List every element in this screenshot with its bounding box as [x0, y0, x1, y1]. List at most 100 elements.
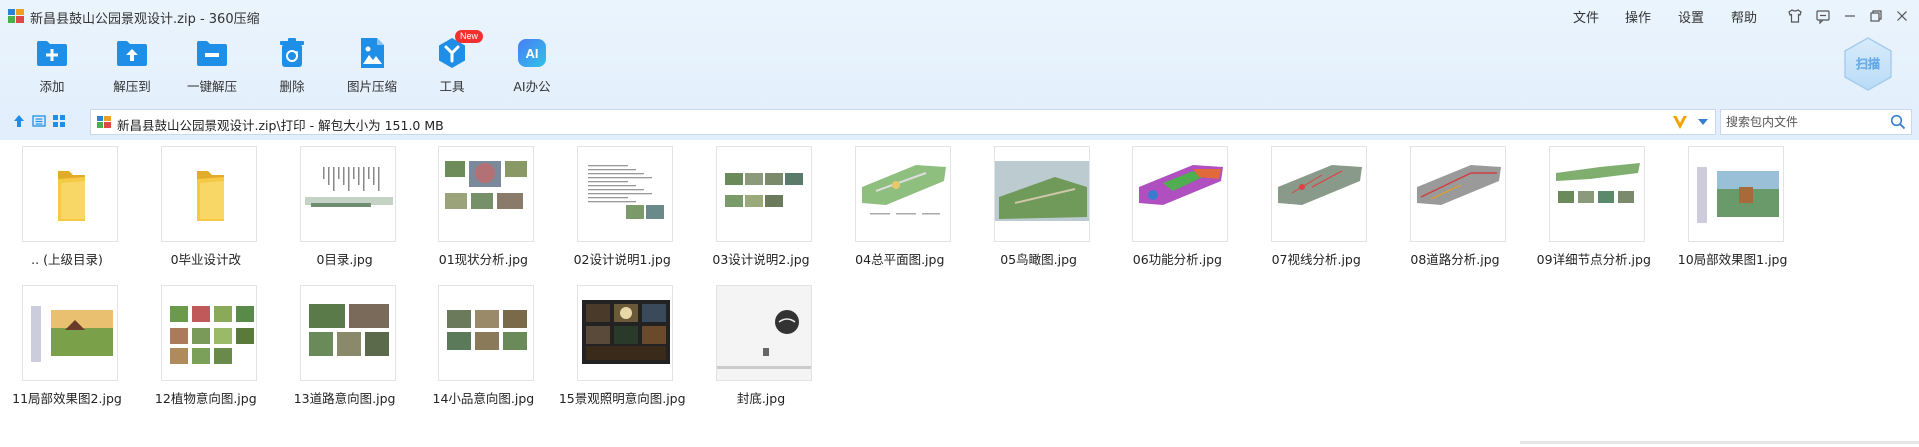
delete-icon: [275, 36, 309, 70]
file-item[interactable]: 07视线分析.jpg: [1257, 146, 1375, 278]
image-thumbnail: [716, 285, 812, 381]
image-preview: [578, 147, 673, 241]
tools-icon: New: [435, 30, 484, 70]
title-bar: 新昌县鼓山公园景观设计.zip - 360压缩 文件 操作 设置 帮助: [0, 0, 1919, 32]
image-compress-button[interactable]: 图片压缩: [327, 36, 417, 98]
menu-operation[interactable]: 操作: [1625, 7, 1651, 26]
restore-icon[interactable]: [1866, 6, 1886, 26]
thumbnail-view-icon[interactable]: [50, 112, 68, 130]
file-name: 封底.jpg: [736, 391, 786, 406]
image-thumbnail: [716, 146, 812, 242]
ai-office-button[interactable]: AI AI办公: [487, 36, 577, 98]
horizontal-scrollbar[interactable]: [1520, 441, 1919, 444]
file-name: 0毕业设计改: [170, 252, 242, 267]
file-item[interactable]: 15景观照明意向图.jpg: [559, 285, 686, 417]
image-thumbnail: [993, 146, 1090, 242]
image-preview: [300, 147, 395, 241]
list-view-icon[interactable]: [30, 112, 48, 130]
file-item[interactable]: 01现状分析.jpg: [424, 146, 542, 278]
file-name: 07视线分析.jpg: [1271, 252, 1361, 267]
quick-extract-button[interactable]: 一键解压: [167, 36, 257, 98]
scan-button[interactable]: 扫描: [1842, 36, 1894, 92]
file-name: 09详细节点分析.jpg: [1536, 252, 1651, 267]
image-preview: [439, 286, 534, 380]
image-thumbnail: [577, 146, 674, 242]
ai-office-label: AI办公: [513, 79, 551, 94]
file-item[interactable]: 04总平面图.jpg: [841, 146, 959, 278]
file-item[interactable]: 12植物意向图.jpg: [147, 285, 265, 417]
search-box: [1720, 109, 1912, 135]
image-preview: [1549, 147, 1644, 241]
image-preview: [717, 286, 811, 380]
menu-settings[interactable]: 设置: [1678, 7, 1704, 26]
v-logo-icon[interactable]: [1671, 113, 1689, 131]
add-button[interactable]: 添加: [7, 36, 97, 98]
image-preview: [161, 286, 256, 380]
file-item[interactable]: 06功能分析.jpg: [1118, 146, 1236, 278]
image-compress-icon: [355, 36, 389, 70]
file-name: 01现状分析.jpg: [438, 252, 528, 267]
scan-label: 扫描: [1856, 56, 1880, 71]
file-item[interactable]: 03设计说明2.jpg: [702, 146, 820, 278]
file-item[interactable]: 08道路分析.jpg: [1396, 146, 1514, 278]
image-preview: [855, 147, 950, 241]
tools-button[interactable]: New 工具: [407, 30, 497, 98]
image-thumbnail: [1410, 146, 1506, 242]
file-item[interactable]: 封底.jpg: [702, 285, 820, 417]
up-level-arrow-icon[interactable]: [10, 112, 28, 130]
image-thumbnail: [1687, 146, 1784, 242]
file-list-area: .. (上级目录) 0毕业设计改 0目录.jpg 01现状分析.jpg 02设计说明1.…: [0, 140, 1919, 447]
add-label: 添加: [39, 79, 65, 94]
file-item[interactable]: 14小品意向图.jpg: [424, 285, 542, 417]
folder-icon: [196, 171, 224, 221]
file-item[interactable]: 02设计说明1.jpg: [563, 146, 681, 278]
extract-to-button[interactable]: 解压到: [87, 36, 177, 98]
folder-item[interactable]: .. (上级目录): [8, 146, 126, 278]
file-name: 04总平面图.jpg: [855, 252, 945, 267]
file-name: 15景观照明意向图.jpg: [558, 391, 686, 406]
image-thumbnail: [1548, 146, 1645, 242]
image-thumbnail: [299, 146, 396, 242]
image-preview: [578, 286, 673, 380]
minimize-icon[interactable]: [1840, 6, 1860, 26]
image-thumbnail: [854, 146, 951, 242]
extract-to-label: 解压到: [113, 79, 151, 94]
quick-extract-icon: [195, 36, 229, 70]
app-window: 新昌县鼓山公园景观设计.zip - 360压缩 文件 操作 设置 帮助 添加 解…: [0, 0, 1919, 447]
image-thumbnail: [1132, 146, 1229, 242]
window-title: 新昌县鼓山公园景观设计.zip - 360压缩: [30, 12, 260, 27]
chevron-down-icon[interactable]: [1697, 117, 1709, 127]
menu-file[interactable]: 文件: [1573, 7, 1599, 26]
file-name: 10局部效果图1.jpg: [1677, 252, 1788, 267]
quick-extract-label: 一键解压: [186, 79, 237, 94]
close-icon[interactable]: [1892, 6, 1912, 26]
folder-icon: [58, 171, 85, 221]
file-name: 02设计说明1.jpg: [573, 252, 671, 267]
archive-app-icon: [8, 9, 24, 23]
file-name: 06功能分析.jpg: [1132, 252, 1222, 267]
main-toolbar: 添加 解压到 一键解压 删除 图片压缩 New 工具 AI AI办公: [0, 30, 700, 100]
file-item[interactable]: 0目录.jpg: [286, 146, 404, 278]
menu-help[interactable]: 帮助: [1731, 7, 1757, 26]
image-preview: [300, 286, 395, 380]
new-badge: New: [455, 30, 484, 43]
file-name: 11局部效果图2.jpg: [12, 391, 122, 406]
search-input[interactable]: [1721, 110, 1881, 134]
file-item[interactable]: 09详细节点分析.jpg: [1535, 146, 1653, 278]
file-item[interactable]: 11局部效果图2.jpg: [8, 285, 126, 417]
feedback-message-icon[interactable]: [1813, 6, 1833, 26]
image-thumbnail: [438, 146, 535, 242]
image-compress-label: 图片压缩: [346, 79, 397, 94]
file-name: 0目录.jpg: [316, 252, 373, 267]
file-item[interactable]: 13道路意向图.jpg: [286, 285, 404, 417]
address-bar[interactable]: 新昌县鼓山公园景观设计.zip\打印 - 解包大小为 151.0 MB: [90, 109, 1716, 135]
archive-file-icon: [97, 116, 111, 128]
search-icon[interactable]: [1890, 114, 1906, 130]
file-item[interactable]: 10局部效果图1.jpg: [1674, 146, 1792, 278]
file-item[interactable]: 05鸟瞰图.jpg: [980, 146, 1098, 278]
folder-item[interactable]: 0毕业设计改: [147, 146, 265, 278]
image-thumbnail: [577, 285, 674, 381]
skin-shirt-icon[interactable]: [1785, 6, 1805, 26]
delete-button[interactable]: 删除: [247, 36, 337, 98]
file-name: .. (上级目录): [31, 252, 103, 267]
